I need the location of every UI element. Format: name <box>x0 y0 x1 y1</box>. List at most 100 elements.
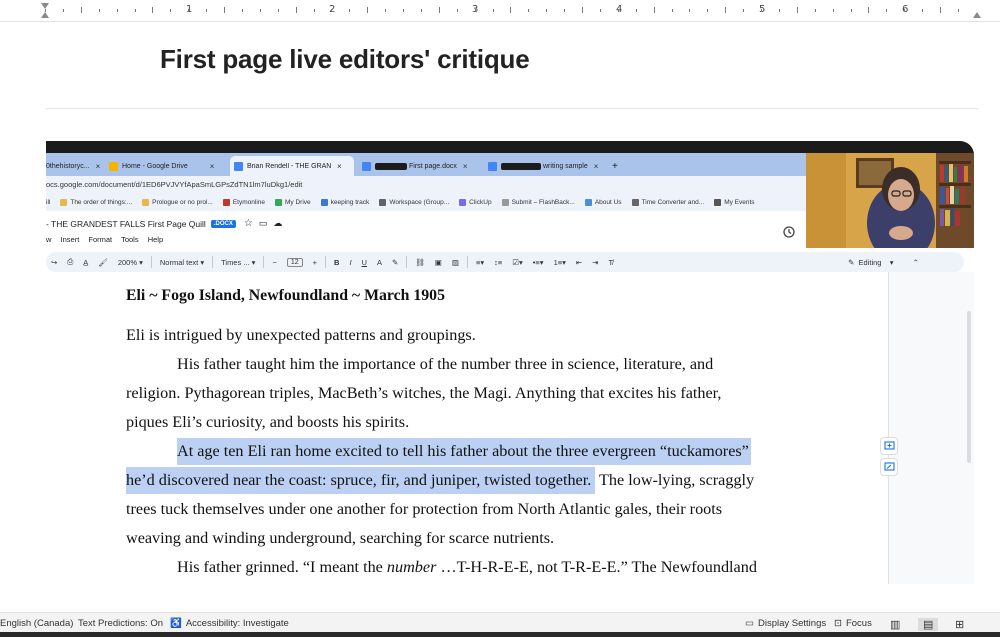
read-mode-icon[interactable]: ▥ <box>890 618 900 631</box>
print-layout-icon[interactable]: ▤ <box>918 618 939 631</box>
menu-help[interactable]: Help <box>148 235 163 244</box>
add-comment-button[interactable] <box>880 437 898 455</box>
chevron-up-icon[interactable]: ⌃ <box>913 258 919 267</box>
bullet-list-icon[interactable]: •≡▾ <box>533 258 544 267</box>
bookmark[interactable]: Time Converter and... <box>631 199 704 206</box>
style-select[interactable]: Normal text ▾ <box>160 258 204 267</box>
redo-icon[interactable]: ↪ <box>51 258 57 267</box>
horizontal-ruler[interactable]: 1 2 3 4 5 6 <box>0 0 1000 22</box>
highlighted-text: At age ten Eli ran home excited to tell … <box>177 438 751 465</box>
browser-tab[interactable]: writing sample × <box>488 156 608 176</box>
ruler-tick <box>313 9 315 12</box>
redaction-mark <box>501 162 541 170</box>
print-icon[interactable]: ⎙ <box>67 257 73 267</box>
browser-tab-bar: 0thehistoryc... × Home - Google Drive × Br… <box>46 153 806 176</box>
bookmark[interactable]: Workspace (Group... <box>379 199 449 206</box>
highlight-icon[interactable]: ✎ <box>392 258 398 267</box>
focus-button[interactable]: ⊡ Focus <box>834 618 872 629</box>
ruler-tick <box>940 7 941 13</box>
scrollbar-thumb[interactable] <box>967 311 971 463</box>
bold-icon[interactable]: B <box>334 258 339 267</box>
italic-icon[interactable]: I <box>349 258 351 267</box>
ruler-tick <box>367 7 369 13</box>
gdoc-title-text[interactable]: - THE GRANDEST FALLS First Page Quill <box>46 219 206 229</box>
ruler-tick <box>957 9 959 12</box>
bookmark[interactable]: Submit – FlashBack... <box>501 199 575 206</box>
link-icon[interactable]: ⛓ <box>415 258 425 267</box>
new-tab-button[interactable]: + <box>612 156 624 176</box>
ruler-tick <box>492 9 494 12</box>
editing-mode-select[interactable]: ✎ Editing ▾ <box>848 258 894 267</box>
right-indent-marker[interactable] <box>973 12 981 18</box>
accessibility-status[interactable]: ♿ Accessibility: Investigate <box>170 618 289 629</box>
ruler-tick <box>743 9 745 12</box>
web-layout-icon[interactable]: ⊞ <box>955 618 964 631</box>
decrease-indent-icon[interactable]: ⇤ <box>576 258 582 267</box>
bookmark[interactable]: Etymonline <box>222 199 265 206</box>
left-indent-marker[interactable] <box>41 12 49 18</box>
manuscript-line: His father grinned. “I meant the number … <box>177 558 757 576</box>
text-color-icon[interactable]: A <box>377 258 382 267</box>
line-spacing-icon[interactable]: ↕≡ <box>494 258 502 267</box>
text-predictions-status[interactable]: Text Predictions: On <box>78 618 163 629</box>
numbered-list-icon[interactable]: 1≡▾ <box>554 258 566 267</box>
bookmark[interactable]: About Us <box>584 199 622 206</box>
checklist-icon[interactable]: ☑▾ <box>512 258 523 267</box>
close-icon[interactable]: × <box>210 162 215 171</box>
increase-font-icon[interactable]: + <box>313 258 317 267</box>
toolbar-divider <box>325 256 327 268</box>
suggest-edit-button[interactable] <box>880 458 898 476</box>
browser-tab[interactable]: Home - Google Drive × <box>109 156 227 176</box>
underline-icon[interactable]: U <box>362 258 367 267</box>
zoom-select[interactable]: 200% ▾ <box>118 258 143 267</box>
menu-view[interactable]: w <box>46 235 51 244</box>
ruler-tick <box>886 9 888 12</box>
close-icon[interactable]: × <box>594 162 599 171</box>
gdoc-title[interactable]: - THE GRANDEST FALLS First Page Quill .D… <box>46 218 282 229</box>
ruler-tick <box>474 9 476 12</box>
cloud-status-icon[interactable]: ☁ <box>273 218 282 229</box>
ruler-tick <box>206 9 208 12</box>
decrease-font-icon[interactable]: − <box>272 258 276 267</box>
bookmark[interactable]: My Drive <box>275 199 311 206</box>
ruler-tick <box>707 9 709 12</box>
menu-tools[interactable]: Tools <box>121 235 139 244</box>
bookmark[interactable]: ill <box>46 199 50 206</box>
paint-format-icon[interactable]: 🖌 <box>98 258 108 267</box>
align-icon[interactable]: ≡▾ <box>476 258 484 267</box>
browser-tab[interactable]: 0thehistoryc... × <box>46 156 104 176</box>
close-icon[interactable]: × <box>96 162 101 171</box>
address-bar[interactable]: ocs.google.com/document/d/1ED6PVJVYfApaS… <box>46 176 806 194</box>
browser-tab-active[interactable]: Brian Rendell - THE GRANDEST × <box>230 156 354 176</box>
bookmark[interactable]: My Events <box>714 199 755 206</box>
toolbar-divider <box>150 256 152 268</box>
divider <box>46 108 978 109</box>
menu-insert[interactable]: Insert <box>61 235 80 244</box>
bookmark[interactable]: The order of things:... <box>60 199 132 206</box>
bookmark[interactable]: keeping track <box>320 199 369 206</box>
close-icon[interactable]: × <box>337 162 342 171</box>
increase-indent-icon[interactable]: ⇥ <box>592 258 598 267</box>
clear-formatting-icon[interactable]: T̸ <box>608 258 613 267</box>
ruler-number: 1 <box>186 4 193 15</box>
close-icon[interactable]: × <box>463 162 468 171</box>
version-history-icon[interactable] <box>782 225 796 239</box>
display-settings-button[interactable]: ▭ Display Settings <box>745 618 826 629</box>
bookmark[interactable]: ClickUp <box>459 199 492 206</box>
manuscript-line: His father taught him the importance of … <box>177 355 714 373</box>
menu-format[interactable]: Format <box>88 235 112 244</box>
manuscript-text: The low-lying, scraggly <box>595 471 755 489</box>
ruler-tick <box>582 7 583 13</box>
image-icon[interactable]: ▨ <box>452 258 459 267</box>
browser-tab[interactable]: First page.docx × <box>362 156 484 176</box>
language-status[interactable]: English (Canada) <box>0 618 73 629</box>
font-select[interactable]: Times ... ▾ <box>221 258 255 267</box>
spellcheck-icon[interactable]: A̲ <box>83 258 88 267</box>
move-folder-icon[interactable]: ▭ <box>259 218 268 229</box>
star-icon[interactable]: ☆ <box>244 218 253 229</box>
font-size-input[interactable]: 12 <box>286 257 303 267</box>
manuscript-line: At age ten Eli ran home excited to tell … <box>126 438 751 465</box>
ruler-tick <box>80 7 82 13</box>
comment-icon[interactable]: ▣ <box>435 258 442 267</box>
bookmark[interactable]: Prologue or no prol... <box>142 199 213 206</box>
